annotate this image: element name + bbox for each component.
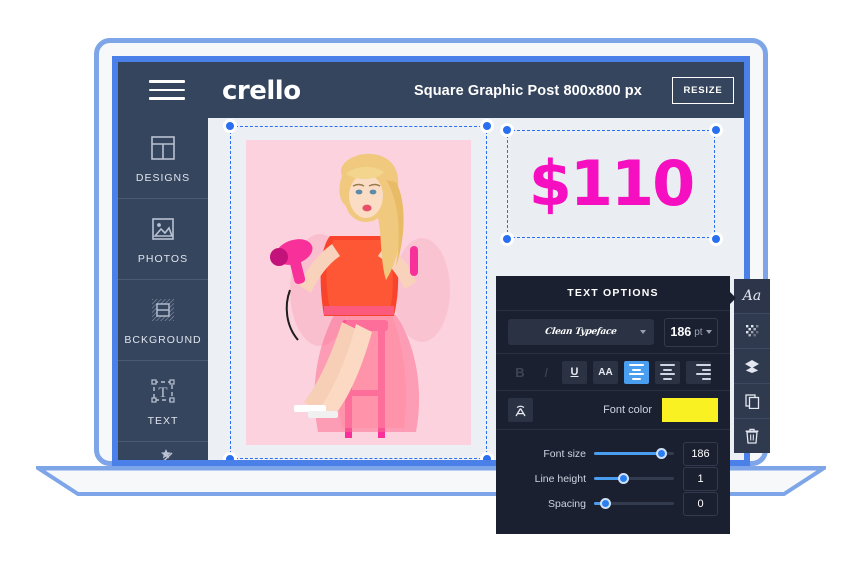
uppercase-button[interactable]: AA — [593, 360, 618, 384]
text-box-icon: T — [151, 378, 175, 403]
slider-label: Line height — [534, 472, 586, 485]
font-row: Clean Typeface 186 pt — [496, 311, 730, 353]
photo-handle-bottom-left[interactable] — [223, 452, 237, 460]
font-size-slider[interactable] — [594, 448, 674, 459]
slider-row-line-height: Line height 1 — [496, 466, 730, 491]
panel-pointer — [730, 292, 736, 304]
sidebar-item-label: PHOTOS — [137, 252, 189, 265]
hamburger-menu-icon[interactable] — [149, 80, 185, 102]
text-selection-box — [500, 123, 723, 246]
align-left-button[interactable] — [624, 360, 649, 384]
resize-button[interactable]: RESIZE — [672, 77, 734, 104]
slider-label: Spacing — [548, 497, 586, 510]
sidebar-item-designs[interactable]: DESIGNS — [118, 118, 208, 198]
transparency-icon[interactable] — [734, 313, 770, 348]
sidebar-item-bckground[interactable]: BCKGROUND — [118, 279, 208, 360]
sidebar-item-photos[interactable]: PHOTOS — [118, 198, 208, 279]
sidebar-item-label: BCKGROUND — [124, 333, 202, 346]
sidebar: DESIGNS PHOTOS BCKGROUND T TEXT — [118, 118, 208, 460]
underline-button[interactable]: U — [562, 360, 587, 384]
panel-title: TEXT OPTIONS — [567, 287, 659, 299]
app-header: crello Square Graphic Post 800x800 px RE… — [118, 62, 744, 118]
slider-knob[interactable] — [600, 498, 612, 509]
sliders-group: Font size 186 Line height 1 Spacing 0 — [496, 430, 730, 516]
text-handle-top-right[interactable] — [709, 123, 723, 137]
font-size-select[interactable]: 186 pt — [664, 317, 718, 347]
font-size-display: 186 — [670, 325, 692, 339]
slider-knob[interactable] — [618, 473, 629, 484]
photo-handle-top-right[interactable] — [480, 119, 494, 133]
woman-with-pink-hairdryer-photo — [246, 140, 471, 445]
layout-grid-icon — [151, 135, 175, 160]
spacing-slider[interactable] — [594, 498, 674, 509]
align-center-button[interactable] — [655, 360, 680, 384]
letter-spacing-icon[interactable] — [508, 398, 533, 422]
spacing-input[interactable]: 0 — [683, 491, 718, 516]
sidebar-item-label: TEXT — [147, 414, 179, 427]
italic-button[interactable]: I — [536, 361, 556, 383]
slider-row-spacing: Spacing 0 — [496, 491, 730, 516]
duplicate-icon[interactable] — [734, 383, 770, 418]
font-size-unit: pt — [694, 326, 703, 338]
layers-icon[interactable] — [734, 348, 770, 383]
chevron-down-icon — [705, 330, 712, 334]
slider-knob[interactable] — [656, 448, 668, 459]
slider-label: Font size — [543, 447, 586, 460]
font-size-input[interactable]: 186 — [683, 441, 718, 466]
font-family-select[interactable]: Clean Typeface — [508, 319, 654, 345]
font-color-label: Font color — [603, 404, 652, 416]
background-pattern-icon — [152, 298, 174, 321]
photo-element[interactable] — [246, 140, 471, 445]
line-height-input[interactable]: 1 — [683, 466, 718, 491]
format-row: B I U AA — [496, 354, 730, 390]
image-photo-icon — [152, 217, 174, 240]
bold-button[interactable]: B — [510, 361, 530, 383]
laptop-mockup: crello Square Graphic Post 800x800 px RE… — [0, 0, 860, 570]
text-options-panel: TEXT OPTIONS Clean Typeface 186 pt B I U… — [496, 276, 730, 534]
slider-row-font-size: Font size 186 — [496, 441, 730, 466]
text-handle-bottom-left[interactable] — [500, 232, 514, 246]
sidebar-item-label: DESIGNS — [135, 171, 191, 184]
sidebar-item-text[interactable]: T TEXT — [118, 360, 208, 441]
svg-text:T: T — [158, 385, 167, 401]
text-style-icon[interactable]: Aa — [734, 279, 770, 313]
sidebar-item-objects[interactable] — [118, 441, 208, 460]
brand-logo[interactable]: crello — [222, 76, 301, 106]
text-handle-top-left[interactable] — [500, 123, 514, 137]
photo-handle-top-left[interactable] — [223, 119, 237, 133]
photo-handle-bottom-right[interactable] — [480, 452, 494, 460]
document-title: Square Graphic Post 800x800 px — [414, 83, 642, 99]
color-row: Font color — [496, 391, 730, 429]
scissors-icon — [161, 449, 173, 460]
font-color-swatch[interactable] — [662, 398, 718, 422]
line-height-slider[interactable] — [594, 473, 674, 484]
text-handle-bottom-right[interactable] — [709, 232, 723, 246]
align-right-button[interactable] — [686, 360, 711, 384]
trash-icon[interactable] — [734, 418, 770, 453]
chevron-down-icon — [640, 330, 646, 334]
right-toolbar: Aa — [734, 279, 770, 453]
font-family-value: Clean Typeface — [544, 327, 618, 337]
